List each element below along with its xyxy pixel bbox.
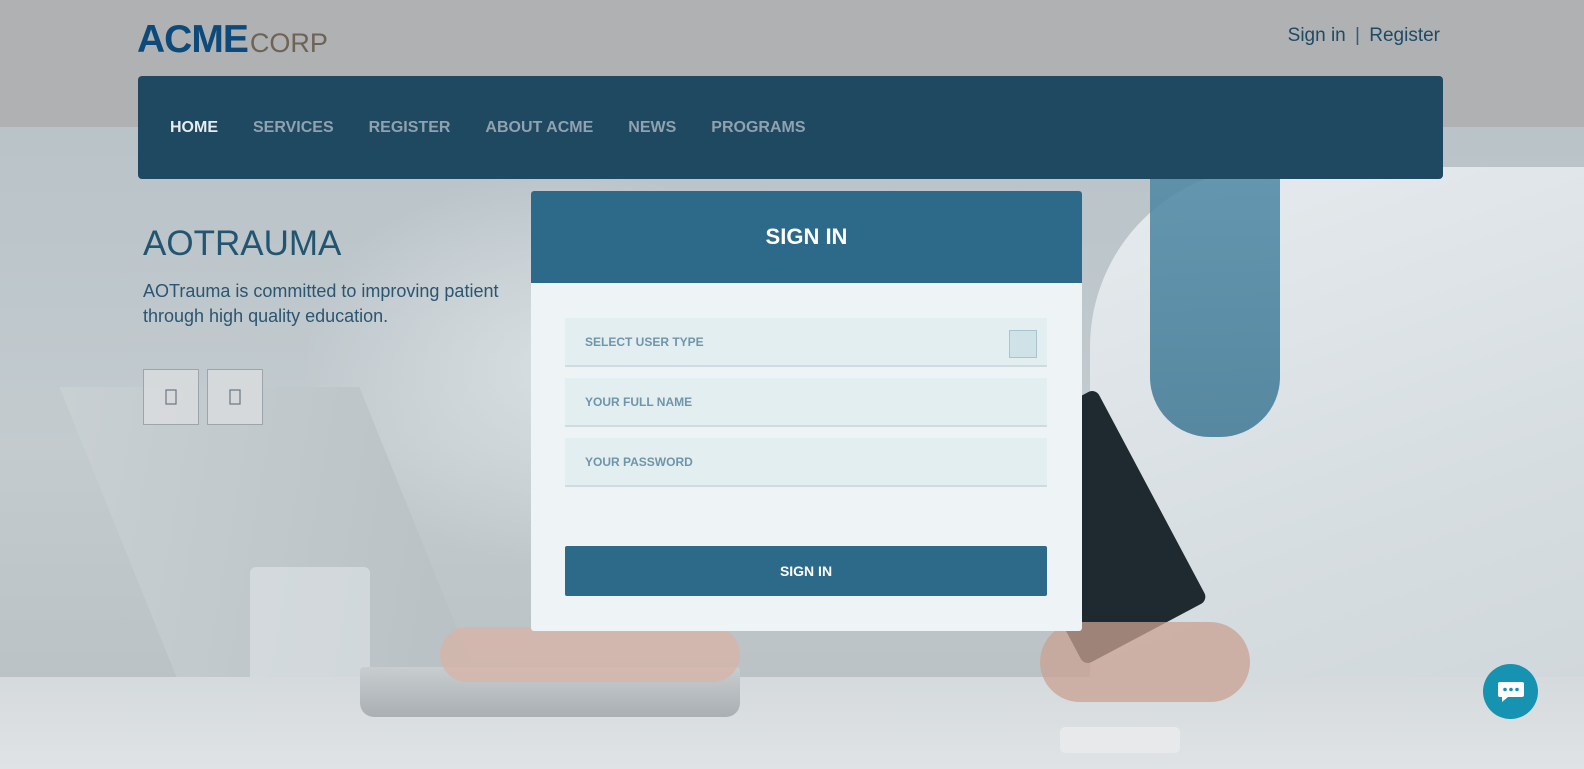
full-name-field[interactable]: YOUR FULL NAME bbox=[565, 378, 1047, 427]
nav-item-services[interactable]: SERVICES bbox=[253, 119, 334, 137]
user-type-select[interactable]: SELECT USER TYPE bbox=[565, 318, 1047, 367]
full-name-placeholder: YOUR FULL NAME bbox=[585, 394, 693, 409]
desk-image bbox=[0, 677, 1584, 769]
sign-in-button[interactable]: SIGN IN bbox=[565, 546, 1047, 596]
register-link[interactable]: Register bbox=[1369, 25, 1440, 46]
hero-title: AOTRAUMA bbox=[143, 224, 342, 263]
chevron-left-icon bbox=[165, 389, 177, 405]
nav-item-home[interactable]: HOME bbox=[170, 119, 218, 137]
nav-item-register[interactable]: REGISTER bbox=[369, 119, 451, 137]
sign-in-link[interactable]: Sign in bbox=[1288, 25, 1346, 46]
main-nav: HOME SERVICES REGISTER ABOUT ACME NEWS P… bbox=[138, 76, 1443, 179]
hero-description-line: AOTrauma is committed to improving patie… bbox=[143, 281, 499, 301]
signin-modal-header: SIGN IN bbox=[531, 191, 1082, 283]
hand-image bbox=[440, 627, 740, 682]
carousel-next-button[interactable] bbox=[207, 369, 263, 425]
logo[interactable]: ACME CORP bbox=[137, 18, 328, 62]
nav-item-about[interactable]: ABOUT ACME bbox=[485, 119, 593, 137]
signin-modal-title: SIGN IN bbox=[765, 224, 848, 249]
hero-description-line: through high quality education. bbox=[143, 306, 389, 326]
password-placeholder: YOUR PASSWORD bbox=[585, 454, 693, 469]
signin-modal: SIGN IN SELECT USER TYPE YOUR FULL NAME … bbox=[531, 191, 1082, 631]
logo-secondary: CORP bbox=[249, 28, 328, 58]
hero-description: AOTrauma is committed to improving patie… bbox=[143, 279, 543, 329]
password-field[interactable]: YOUR PASSWORD bbox=[565, 438, 1047, 487]
chat-bubble-icon bbox=[1497, 681, 1524, 702]
nav-item-news[interactable]: NEWS bbox=[628, 119, 676, 137]
user-type-toggle[interactable] bbox=[1009, 330, 1037, 358]
chevron-right-icon bbox=[229, 389, 241, 405]
carousel-prev-button[interactable] bbox=[143, 369, 199, 425]
auth-separator: | bbox=[1355, 25, 1360, 46]
auth-links: Sign in | Register bbox=[1288, 25, 1440, 47]
logo-primary: ACME bbox=[137, 18, 249, 61]
nav-item-programs[interactable]: PROGRAMS bbox=[711, 119, 805, 137]
user-type-placeholder: SELECT USER TYPE bbox=[585, 334, 704, 349]
phone-image bbox=[1060, 727, 1180, 753]
hand-image bbox=[1040, 622, 1250, 702]
doctor-shirt-image bbox=[1150, 177, 1280, 437]
chat-button[interactable] bbox=[1483, 664, 1538, 719]
